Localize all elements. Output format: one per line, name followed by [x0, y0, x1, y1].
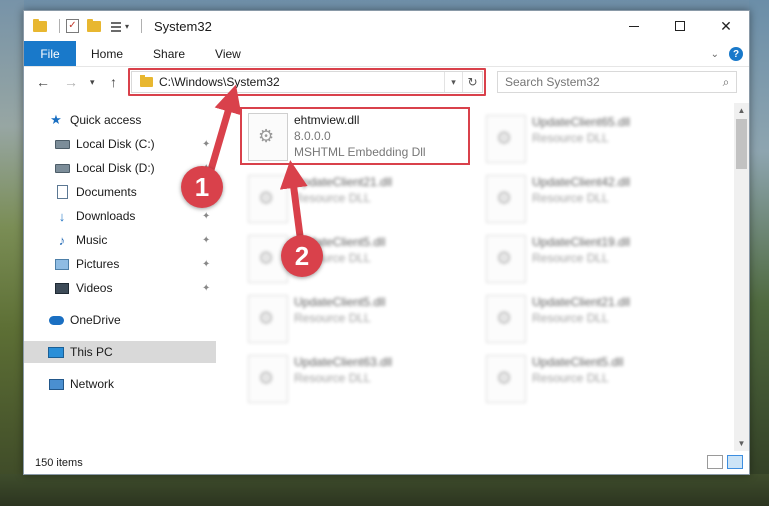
step-1-badge: 1: [181, 166, 223, 208]
arrow-to-file: [279, 160, 308, 237]
step-2-badge: 2: [281, 235, 323, 277]
annotation-arrows: [204, 84, 308, 237]
